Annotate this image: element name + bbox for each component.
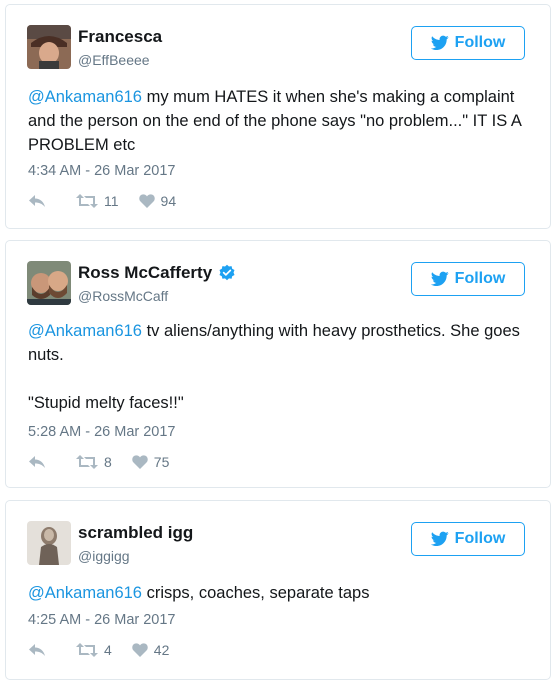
display-name[interactable]: Francesca (78, 27, 162, 47)
tweet-body: crisps, coaches, separate taps (142, 584, 370, 602)
like-button[interactable]: 94 (138, 193, 177, 209)
author-name-row[interactable]: scrambled igg (78, 523, 193, 543)
avatar[interactable] (27, 521, 71, 565)
follow-label: Follow (454, 530, 506, 547)
reply-icon (29, 195, 45, 207)
avatar[interactable] (27, 261, 71, 305)
retweet-button[interactable]: 8 (76, 454, 112, 470)
twitter-bird-icon (430, 35, 449, 51)
tweet-feed: Francesca @EffBeeee Follow @Ankaman616 m… (0, 0, 558, 688)
like-button[interactable]: 42 (132, 642, 170, 658)
user-handle[interactable]: @iggigg (78, 548, 130, 564)
display-name[interactable]: scrambled igg (78, 523, 193, 543)
twitter-bird-icon (430, 271, 449, 287)
follow-label: Follow (454, 270, 506, 287)
retweet-icon (76, 643, 98, 657)
like-count: 94 (160, 193, 177, 209)
mention-link[interactable]: @Ankaman616 (28, 584, 142, 602)
tweet-text: @Ankaman616 tv aliens/anything with heav… (28, 319, 528, 415)
retweet-count: 11 (104, 193, 119, 209)
reply-button[interactable] (28, 643, 48, 657)
tweet-card: Ross McCafferty @RossMcCaff Follow @Anka… (5, 240, 551, 488)
tweet-card: scrambled igg @iggigg Follow @Ankaman616… (5, 500, 551, 680)
retweet-button[interactable]: 11 (76, 193, 119, 209)
reply-icon (29, 456, 45, 468)
timestamp[interactable]: 4:25 AM - 26 Mar 2017 (28, 612, 176, 628)
tweet-text: @Ankaman616 crisps, coaches, separate ta… (28, 581, 528, 605)
verified-badge-icon (219, 264, 235, 281)
follow-button[interactable]: Follow (411, 522, 525, 556)
heart-icon (132, 643, 148, 657)
reply-button[interactable] (28, 194, 48, 208)
like-button[interactable]: 75 (132, 454, 170, 470)
user-handle[interactable]: @EffBeeee (78, 52, 150, 68)
author-name-row[interactable]: Francesca (78, 27, 162, 47)
like-count: 75 (153, 454, 170, 470)
display-name[interactable]: Ross McCafferty (78, 263, 212, 283)
author-name-row[interactable]: Ross McCafferty (78, 263, 236, 283)
retweet-icon (76, 455, 98, 469)
twitter-bird-icon (430, 531, 449, 547)
reply-icon (29, 644, 45, 656)
tweet-actions: 8 75 (28, 454, 169, 470)
tweet-text: @Ankaman616 my mum HATES it when she's m… (28, 85, 528, 157)
avatar[interactable] (27, 25, 71, 69)
heart-icon (132, 455, 148, 469)
user-handle[interactable]: @RossMcCaff (78, 288, 168, 304)
retweet-count: 4 (104, 642, 112, 658)
tweet-actions: 11 94 (28, 193, 176, 209)
tweet-body-second: "Stupid melty faces!!" (28, 394, 184, 412)
like-count: 42 (153, 642, 170, 658)
mention-link[interactable]: @Ankaman616 (28, 88, 142, 106)
follow-button[interactable]: Follow (411, 26, 525, 60)
tweet-actions: 4 42 (28, 642, 169, 658)
tweet-card: Francesca @EffBeeee Follow @Ankaman616 m… (5, 4, 551, 229)
mention-link[interactable]: @Ankaman616 (28, 322, 142, 340)
timestamp[interactable]: 4:34 AM - 26 Mar 2017 (28, 163, 176, 179)
reply-button[interactable] (28, 455, 48, 469)
follow-button[interactable]: Follow (411, 262, 525, 296)
heart-icon (138, 194, 155, 208)
timestamp[interactable]: 5:28 AM - 26 Mar 2017 (28, 424, 176, 440)
retweet-icon (76, 194, 98, 208)
follow-label: Follow (454, 34, 506, 51)
retweet-button[interactable]: 4 (76, 642, 112, 658)
retweet-count: 8 (104, 454, 112, 470)
